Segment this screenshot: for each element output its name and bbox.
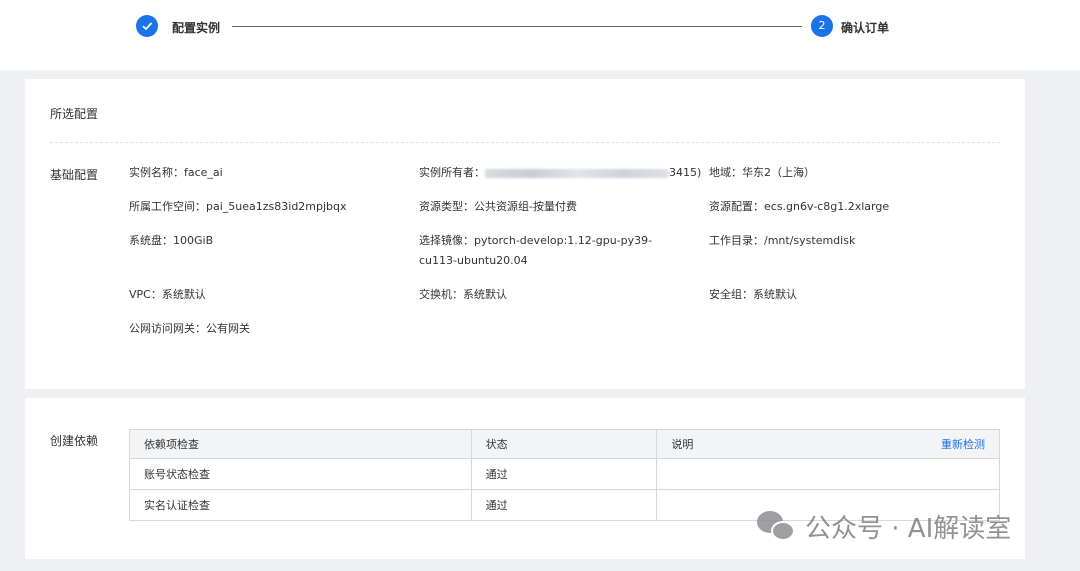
recheck-link[interactable]: 重新检测	[941, 436, 985, 452]
step-2-number: 2	[811, 15, 833, 37]
field-public-gateway: 公网访问网关：公有网关	[129, 322, 250, 335]
dependencies-label: 创建依赖	[50, 434, 99, 448]
row-status: 通过	[470, 458, 658, 490]
order-stepper: 配置实例 2 确认订单	[0, 0, 1080, 70]
column-header-desc: 说明 重新检测	[656, 429, 1000, 459]
field-region: 地域：华东2（上海）	[709, 166, 815, 179]
table-row: 账号状态检查 通过	[129, 458, 1000, 490]
selected-config-card: 所选配置 基础配置 实例名称：face_ai 实例所有者： 3415) 地域：华东…	[25, 79, 1025, 389]
desc-header-label: 说明	[671, 438, 694, 451]
watermark-text: 公众号 · AI解读室	[805, 513, 1012, 544]
owner-redacted	[485, 168, 669, 178]
step-connector	[232, 26, 802, 27]
field-workspace: 所属工作空间：pai_5uea1zs83id2mpjbqx	[129, 200, 347, 213]
owner-suffix: 3415)	[669, 166, 702, 179]
field-image: 选择镜像：pytorch-develop:1.12-gpu-py39-cu113…	[419, 234, 653, 267]
field-owner: 实例所有者： 3415)	[419, 163, 701, 183]
field-instance-name: 实例名称：face_ai	[129, 166, 223, 179]
field-security-group: 安全组：系统默认	[709, 288, 797, 301]
section-title: 所选配置	[50, 107, 99, 121]
group-label-basic: 基础配置	[50, 168, 99, 182]
field-work-dir: 工作目录：/mnt/systemdisk	[709, 234, 856, 247]
field-resource-type: 资源类型：公共资源组-按量付费	[419, 200, 577, 213]
step-2-label: 确认订单	[841, 21, 890, 35]
table-header-row: 依赖项检查 状态 说明 重新检测	[129, 429, 1000, 459]
field-resource-spec: 资源配置：ecs.gn6v-c8g1.2xlarge	[709, 200, 890, 213]
wechat-icon	[757, 509, 797, 543]
field-switch: 交换机：系统默认	[419, 288, 507, 301]
field-vpc: VPC：系统默认	[129, 288, 206, 301]
row-desc	[656, 458, 1000, 490]
row-item: 实名认证检查	[129, 489, 472, 521]
watermark: 公众号 · AI解读室	[757, 508, 1011, 544]
field-system-disk: 系统盘：100GiB	[129, 234, 214, 247]
column-header-item: 依赖项检查	[129, 429, 472, 459]
column-header-status: 状态	[470, 429, 658, 459]
row-status: 通过	[470, 489, 658, 521]
divider	[50, 142, 1000, 143]
row-item: 账号状态检查	[129, 458, 472, 490]
owner-label: 实例所有者：	[419, 166, 485, 179]
step-1-label: 配置实例	[172, 21, 221, 35]
step-done-icon	[136, 15, 158, 37]
